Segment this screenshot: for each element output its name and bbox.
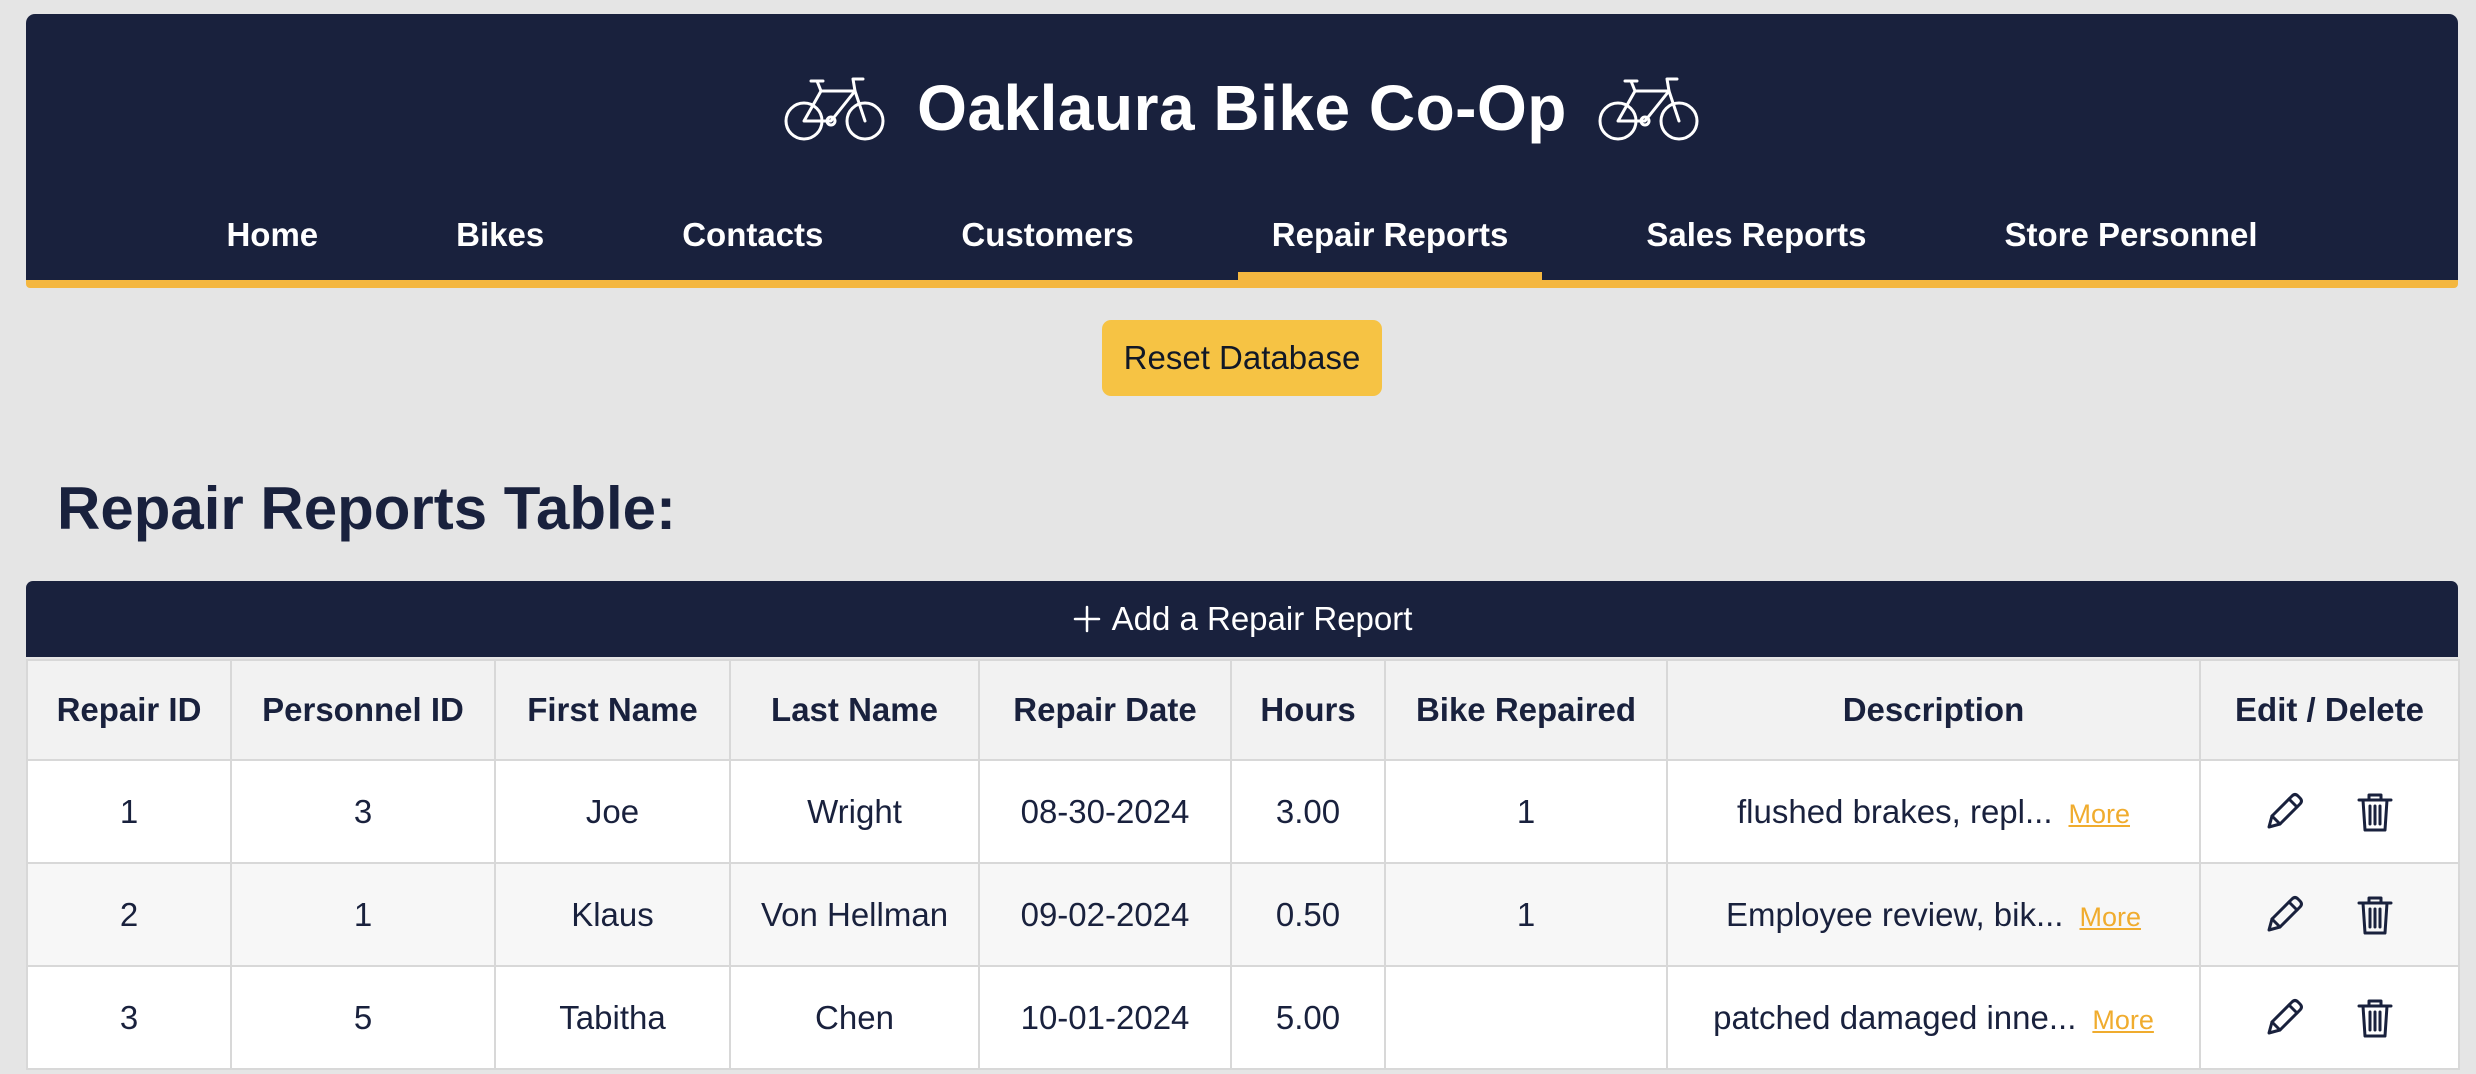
more-link[interactable]: More (2068, 799, 2130, 829)
column-header-personnel-id[interactable]: Personnel ID (230, 659, 496, 761)
trash-icon[interactable] (2352, 789, 2398, 835)
cell-repair-date: 10-01-2024 (978, 965, 1232, 1070)
cell-edit-delete (2199, 862, 2460, 967)
description-text: flushed brakes, repl... (1736, 792, 2053, 830)
bicycle-icon (784, 77, 885, 141)
cell-first-name: Tabitha (494, 965, 731, 1070)
cell-repair-date: 09-02-2024 (978, 862, 1232, 967)
cell-personnel-id: 5 (230, 965, 496, 1070)
cell-repair-date: 08-30-2024 (978, 759, 1232, 864)
cell-last-name: Wright (729, 759, 980, 864)
description-text: patched damaged inne... (1713, 998, 2077, 1036)
column-header-edit-delete: Edit / Delete (2199, 659, 2460, 761)
table-row: 3 5 Tabitha Chen 10-01-2024 5.00 patched… (26, 965, 2460, 1070)
main-nav: Home Bikes Contacts Customers Repair Rep… (26, 200, 2458, 286)
header-row: Repair ID Personnel ID First Name Last N… (26, 659, 2460, 761)
cell-hours: 3.00 (1230, 759, 1386, 864)
nav-item-contacts[interactable]: Contacts (648, 200, 857, 280)
cell-repair-id: 3 (26, 965, 232, 1070)
pencil-icon[interactable] (2261, 892, 2307, 938)
table-row: 1 3 Joe Wright 08-30-2024 3.00 1 flushed… (26, 759, 2460, 864)
cell-personnel-id: 3 (230, 759, 496, 864)
cell-repair-id: 1 (26, 759, 232, 864)
column-header-hours[interactable]: Hours (1230, 659, 1386, 761)
cell-edit-delete (2199, 759, 2460, 864)
column-header-last-name[interactable]: Last Name (729, 659, 980, 761)
cell-last-name: Chen (729, 965, 980, 1070)
cell-first-name: Joe (494, 759, 731, 864)
cell-description: patched damaged inne... More (1666, 965, 2201, 1070)
add-repair-report-label: Add a Repair Report (1111, 600, 1413, 637)
cell-description: flushed brakes, repl... More (1666, 759, 2201, 864)
cell-personnel-id: 1 (230, 862, 496, 967)
cell-hours: 0.50 (1230, 862, 1386, 967)
column-header-description[interactable]: Description (1666, 659, 2201, 761)
cell-bike-repaired (1384, 965, 1668, 1070)
repair-reports-table: Repair ID Personnel ID First Name Last N… (26, 659, 2460, 1070)
column-header-repair-date[interactable]: Repair Date (978, 659, 1232, 761)
cell-first-name: Klaus (494, 862, 731, 967)
cell-bike-repaired: 1 (1384, 862, 1668, 967)
page-title: Repair Reports Table: (57, 475, 677, 542)
trash-icon[interactable] (2352, 995, 2398, 1041)
trash-icon[interactable] (2352, 892, 2398, 938)
site-title: Oaklaura Bike Co-Op (917, 72, 1567, 144)
cell-edit-delete (2199, 965, 2460, 1070)
cell-hours: 5.00 (1230, 965, 1386, 1070)
nav-item-bikes[interactable]: Bikes (422, 200, 578, 280)
cell-repair-id: 2 (26, 862, 232, 967)
nav-item-customers[interactable]: Customers (927, 200, 1167, 280)
nav-item-repair-reports[interactable]: Repair Reports (1237, 200, 1543, 286)
bicycle-icon (1598, 77, 1699, 141)
pencil-icon[interactable] (2261, 789, 2307, 835)
cell-last-name: Von Hellman (729, 862, 980, 967)
plus-icon (1073, 605, 1100, 633)
brand: Oaklaura Bike Co-Op (26, 58, 2458, 158)
add-repair-report-button[interactable]: Add a Repair Report (26, 581, 2458, 657)
column-header-repair-id[interactable]: Repair ID (26, 659, 232, 761)
cell-description: Employee review, bik... More (1666, 862, 2201, 967)
description-text: Employee review, bik... (1726, 895, 2064, 933)
pencil-icon[interactable] (2261, 995, 2307, 1041)
more-link[interactable]: More (2079, 902, 2141, 932)
column-header-bike-repaired[interactable]: Bike Repaired (1384, 659, 1668, 761)
reset-database-button[interactable]: Reset Database (1102, 320, 1382, 396)
table-header: Repair ID Personnel ID First Name Last N… (26, 659, 2460, 761)
nav-item-home[interactable]: Home (192, 200, 352, 280)
more-link[interactable]: More (2092, 1005, 2154, 1035)
table-row: 2 1 Klaus Von Hellman 09-02-2024 0.50 1 … (26, 862, 2460, 967)
site-header: Oaklaura Bike Co-Op Home Bikes Contacts … (26, 14, 2458, 288)
cell-bike-repaired: 1 (1384, 759, 1668, 864)
nav-item-store-personnel[interactable]: Store Personnel (1970, 200, 2291, 280)
nav-item-sales-reports[interactable]: Sales Reports (1612, 200, 1900, 280)
column-header-first-name[interactable]: First Name (494, 659, 731, 761)
